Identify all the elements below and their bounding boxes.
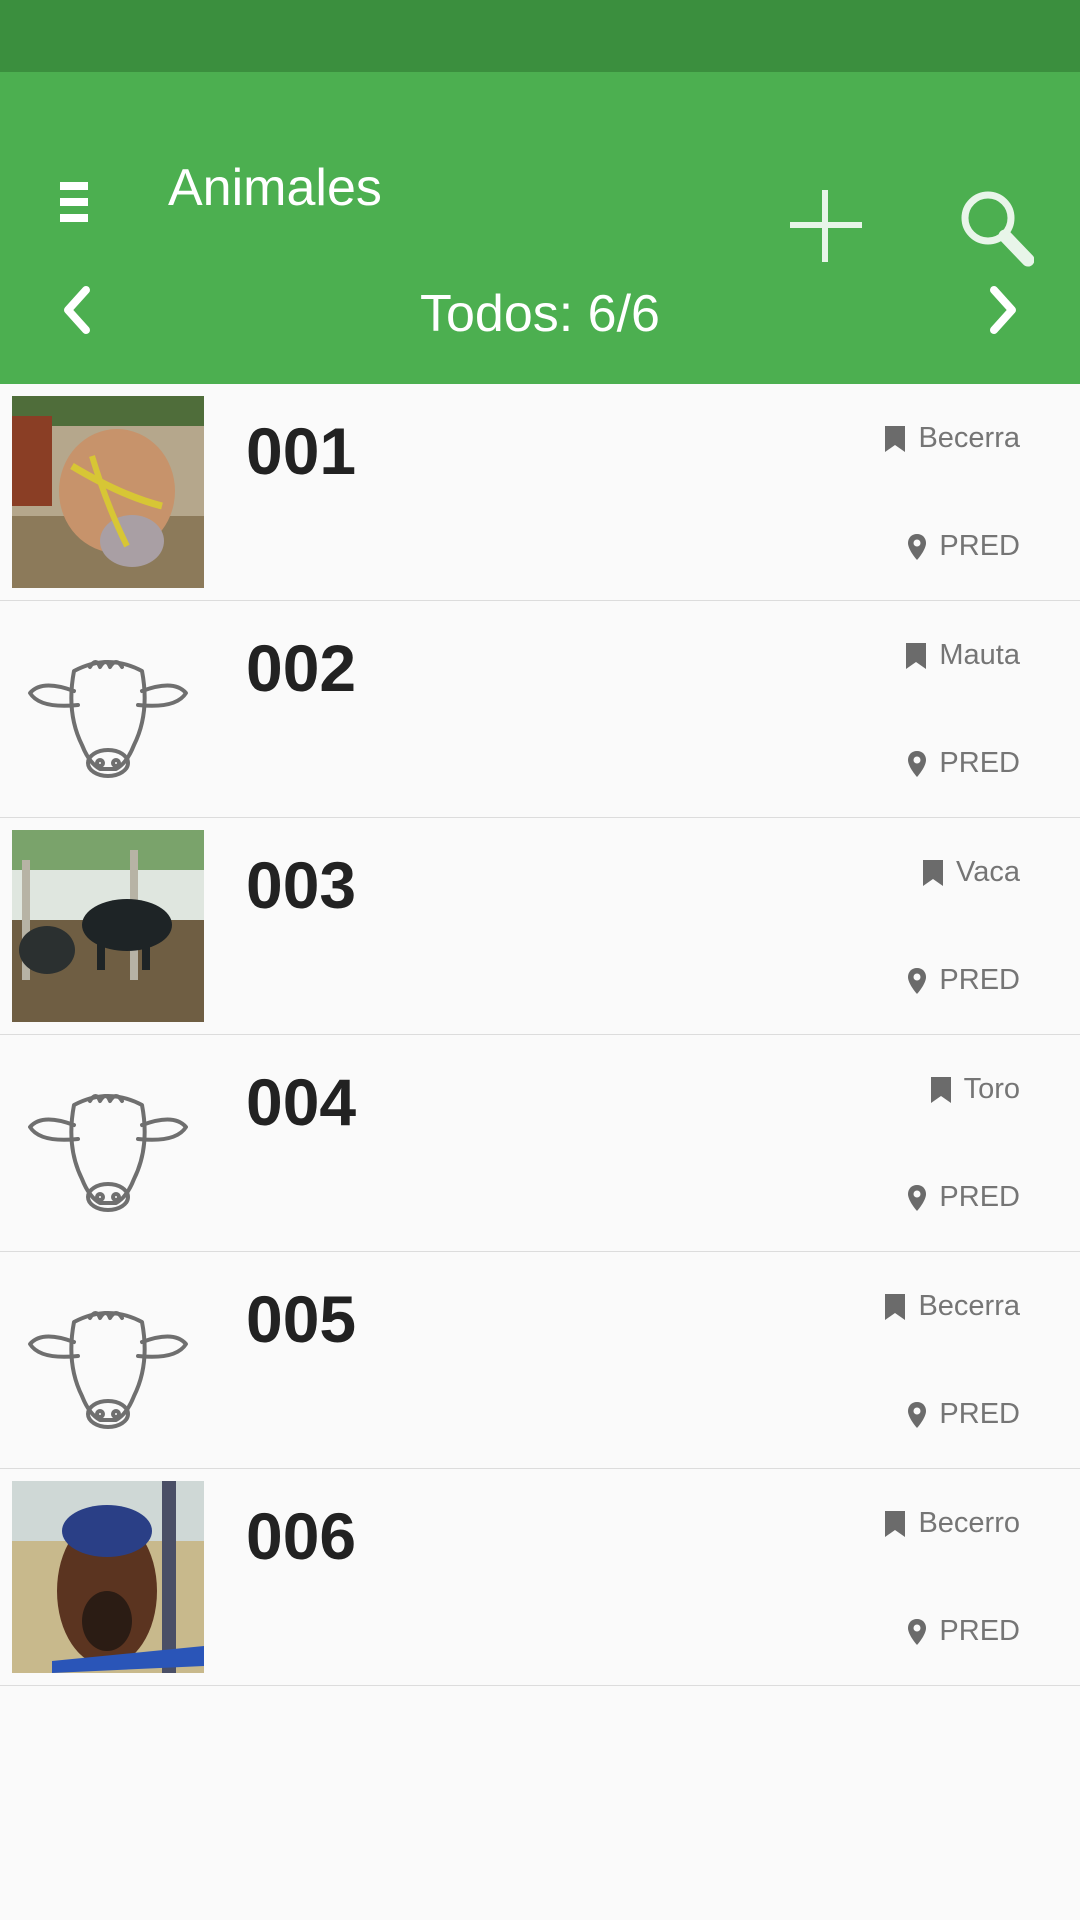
animal-id: 004 bbox=[246, 1065, 357, 1139]
animal-category: Mauta bbox=[905, 639, 1020, 672]
animal-category: Becerra bbox=[884, 422, 1020, 455]
animal-list: 001 Becerra PRED 002 Mauta PRED 003 Vaca… bbox=[0, 384, 1080, 1686]
plus-icon bbox=[790, 190, 862, 262]
animal-id: 006 bbox=[246, 1499, 357, 1573]
category-label: Vaca bbox=[956, 856, 1020, 888]
bookmark-icon bbox=[906, 642, 927, 669]
filter-label[interactable]: Todos: 6/6 bbox=[0, 286, 1080, 342]
status-bar bbox=[0, 0, 1080, 72]
category-label: Toro bbox=[963, 1073, 1020, 1105]
location-label: PRED bbox=[939, 1181, 1020, 1213]
bookmark-icon bbox=[885, 425, 906, 452]
chevron-right-icon bbox=[990, 286, 1016, 334]
bookmark-icon bbox=[930, 1076, 951, 1103]
hamburger-menu-icon bbox=[60, 182, 88, 222]
category-label: Becerro bbox=[918, 1507, 1020, 1539]
location-label: PRED bbox=[939, 747, 1020, 779]
animal-location: PRED bbox=[907, 964, 1020, 997]
menu-button[interactable] bbox=[50, 172, 100, 232]
cow-head-icon bbox=[12, 613, 204, 805]
animal-photo bbox=[12, 830, 204, 1022]
add-animal-button[interactable] bbox=[788, 188, 864, 264]
bookmark-icon bbox=[885, 1510, 906, 1537]
animal-id: 002 bbox=[246, 631, 357, 705]
animal-location: PRED bbox=[907, 747, 1020, 780]
location-label: PRED bbox=[939, 530, 1020, 562]
location-label: PRED bbox=[939, 1615, 1020, 1647]
location-pin-icon bbox=[908, 533, 927, 560]
category-label: Becerra bbox=[918, 422, 1020, 454]
animal-category: Becerro bbox=[884, 1507, 1020, 1540]
animal-category: Toro bbox=[930, 1073, 1020, 1106]
animal-row[interactable]: 004 Toro PRED bbox=[0, 1035, 1080, 1252]
animal-category: Becerra bbox=[884, 1290, 1020, 1323]
animal-id: 001 bbox=[246, 414, 357, 488]
location-label: PRED bbox=[939, 1398, 1020, 1430]
cow-head-icon bbox=[12, 1264, 204, 1456]
location-pin-icon bbox=[908, 1401, 927, 1428]
animal-location: PRED bbox=[907, 1615, 1020, 1648]
location-label: PRED bbox=[939, 964, 1020, 996]
animal-photo bbox=[12, 396, 204, 588]
category-label: Mauta bbox=[939, 639, 1020, 671]
bookmark-icon bbox=[885, 1293, 906, 1320]
animal-id: 003 bbox=[246, 848, 357, 922]
animal-location: PRED bbox=[907, 530, 1020, 563]
search-icon bbox=[961, 191, 1035, 267]
bookmark-icon bbox=[923, 859, 944, 886]
animal-photo bbox=[12, 1481, 204, 1673]
animal-row[interactable]: 006 Becerro PRED bbox=[0, 1469, 1080, 1686]
animal-row[interactable]: 001 Becerra PRED bbox=[0, 384, 1080, 601]
animal-location: PRED bbox=[907, 1181, 1020, 1214]
animal-row[interactable]: 002 Mauta PRED bbox=[0, 601, 1080, 818]
location-pin-icon bbox=[908, 1618, 927, 1645]
animal-row[interactable]: 003 Vaca PRED bbox=[0, 818, 1080, 1035]
search-button[interactable] bbox=[958, 188, 1035, 268]
animal-category: Vaca bbox=[922, 856, 1020, 889]
cow-head-icon bbox=[12, 1047, 204, 1239]
category-label: Becerra bbox=[918, 1290, 1020, 1322]
animal-location: PRED bbox=[907, 1398, 1020, 1431]
animal-id: 005 bbox=[246, 1282, 357, 1356]
page-title: Animales bbox=[168, 159, 382, 217]
animal-row[interactable]: 005 Becerra PRED bbox=[0, 1252, 1080, 1469]
location-pin-icon bbox=[908, 750, 927, 777]
next-filter-button[interactable] bbox=[984, 280, 1024, 340]
location-pin-icon bbox=[908, 967, 927, 994]
location-pin-icon bbox=[908, 1184, 927, 1211]
